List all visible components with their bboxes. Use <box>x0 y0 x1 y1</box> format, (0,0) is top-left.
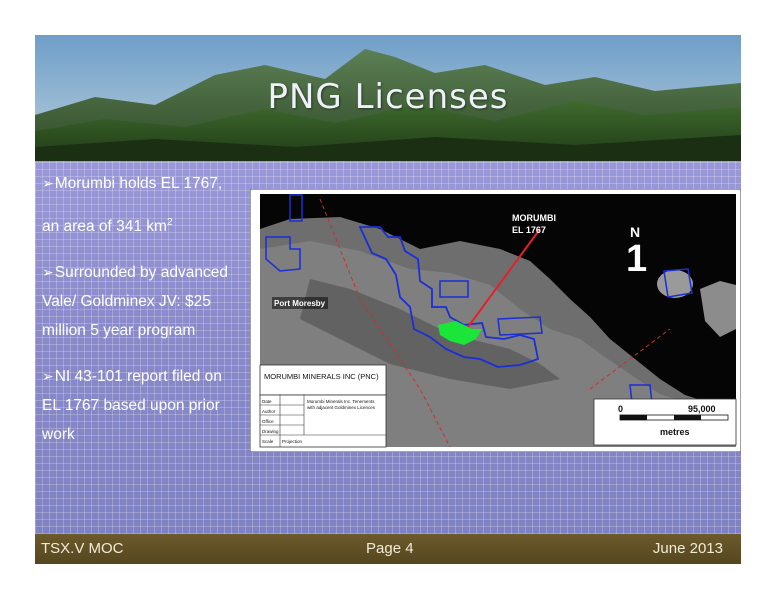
bullet-3-line-2: EL 1767 based upon prior <box>42 397 220 414</box>
satellite-map-image: MORUMBI EL 1767 N 1 Port Moresby MORUMBI… <box>250 189 741 452</box>
footer-date: June 2013 <box>652 540 723 557</box>
north-arrow-number: 1 <box>626 238 647 280</box>
license-map: MORUMBI EL 1767 N 1 Port Moresby MORUMBI… <box>250 189 741 452</box>
bullet-3-line-1: ➢NI 43-101 report filed on <box>42 368 222 385</box>
bullet-1-line-2: an area of 341 km2 <box>42 217 173 236</box>
bullet-1-line-1: ➢Morumbi holds EL 1767, <box>42 175 223 192</box>
legend-description-2: with adjacent Goldminex Licences <box>307 405 376 410</box>
arrow-bullet-icon: ➢ <box>42 264 54 280</box>
legend-label-author: Author <box>262 409 276 414</box>
map-place-label: Port Moresby <box>274 299 326 308</box>
mountain-banner: PNG Licenses <box>35 35 741 161</box>
legend-label-office: Office <box>262 419 274 424</box>
scale-start-label: 0 <box>618 404 623 414</box>
legend-label-drawing: Drawing <box>262 429 279 434</box>
content-area: ➢Morumbi holds EL 1767, an area of 341 k… <box>35 161 741 534</box>
map-callout: MORUMBI <box>512 213 556 223</box>
footer-page-number: Page 4 <box>366 540 414 557</box>
slide: PNG Licenses ➢Morumbi holds EL 1767, an … <box>35 35 741 564</box>
arrow-bullet-icon: ➢ <box>42 368 54 384</box>
arrow-bullet-icon: ➢ <box>42 175 54 191</box>
legend-label-date: Date <box>262 399 272 404</box>
scale-unit-label: metres <box>660 427 690 437</box>
legend-label-scale: Scale <box>262 439 274 444</box>
footer-bar: TSX.V MOC Page 4 June 2013 <box>35 534 741 564</box>
bullet-2-line-1: ➢Surrounded by advanced <box>42 264 228 281</box>
footer-ticker: TSX.V MOC <box>41 540 124 557</box>
slide-title: PNG Licenses <box>267 77 509 117</box>
scale-end-label: 95,000 <box>688 404 716 414</box>
bullet-2-line-2: Vale/ Goldminex JV: $25 <box>42 293 211 310</box>
legend-projection: Projection <box>282 439 303 444</box>
superscript: 2 <box>166 217 173 228</box>
map-callout-license: EL 1767 <box>512 225 546 235</box>
bullet-3-line-3: work <box>42 426 75 443</box>
legend-description-1: Morumbi Minerals Inc. Tenements <box>307 399 375 404</box>
bullet-2-line-3: million 5 year program <box>42 322 196 339</box>
map-company-label: MORUMBI MINERALS INC (PNC) <box>264 372 379 381</box>
